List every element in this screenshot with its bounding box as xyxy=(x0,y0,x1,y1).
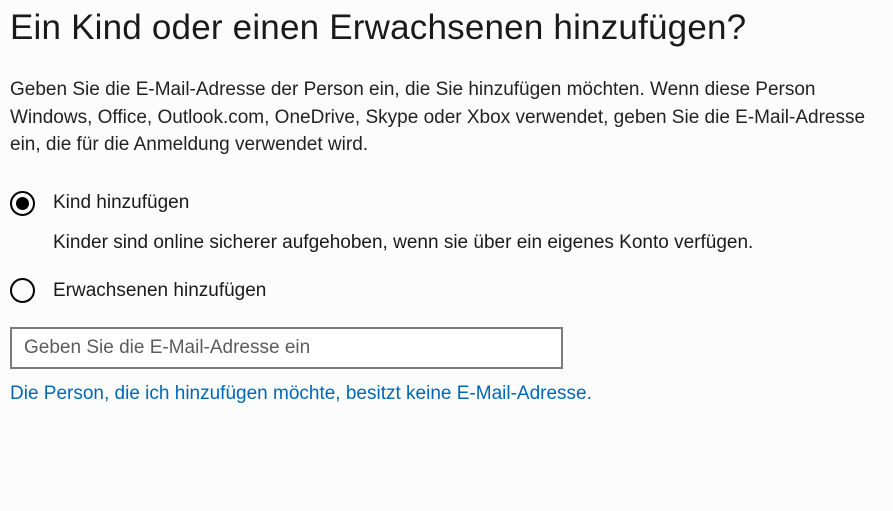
radio-circle-icon xyxy=(10,278,35,303)
email-input[interactable] xyxy=(10,327,563,369)
radio-add-adult[interactable]: Erwachsenen hinzufügen xyxy=(10,278,883,303)
radio-circle-icon xyxy=(10,191,35,216)
radio-help-text: Kinder sind online sicherer aufgehoben, … xyxy=(53,230,883,257)
instruction-text: Geben Sie die E-Mail-Adresse der Person … xyxy=(10,76,880,159)
radio-label: Kind hinzufügen xyxy=(53,192,189,214)
page-title: Ein Kind oder einen Erwachsenen hinzufüg… xyxy=(10,8,883,48)
radio-label: Erwachsenen hinzufügen xyxy=(53,280,266,302)
radio-add-child[interactable]: Kind hinzufügen xyxy=(10,191,883,216)
no-email-link[interactable]: Die Person, die ich hinzufügen möchte, b… xyxy=(10,383,592,405)
member-type-radio-group: Kind hinzufügen Kinder sind online siche… xyxy=(10,191,883,304)
